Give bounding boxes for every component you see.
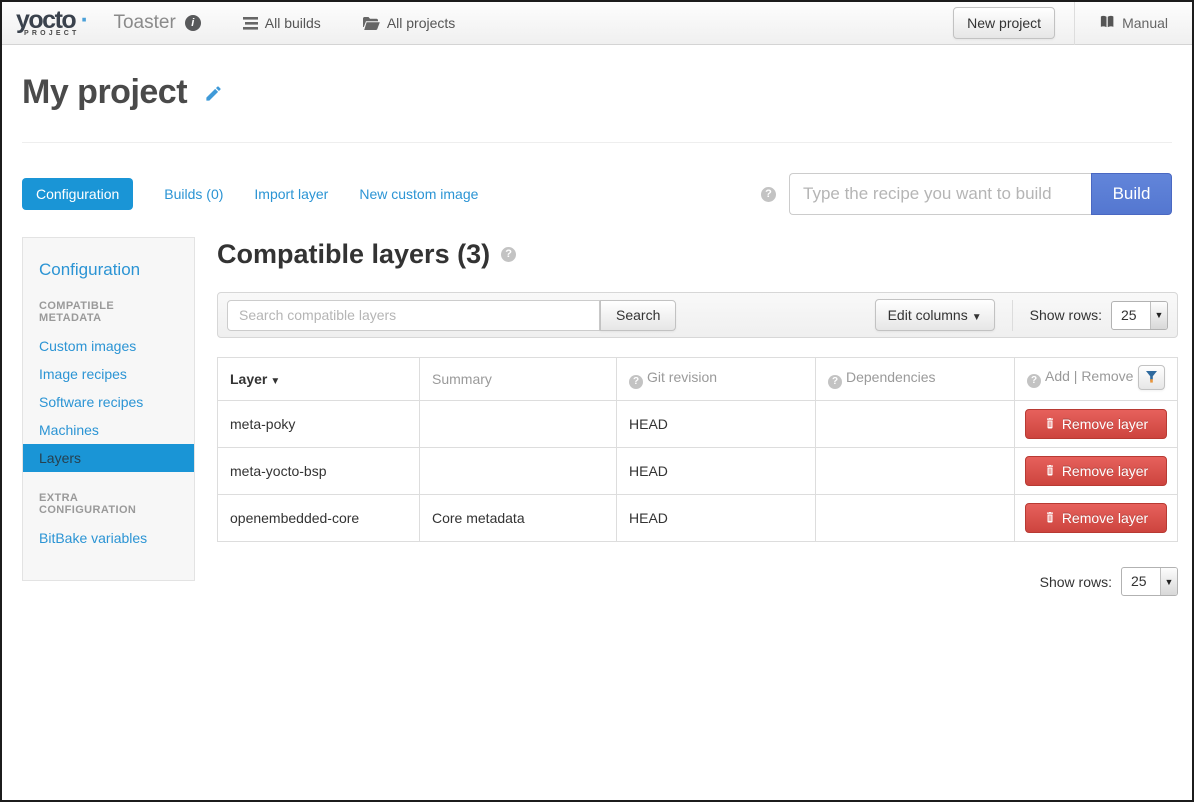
trash-icon	[1044, 510, 1056, 526]
nav-all-builds[interactable]: All builds	[243, 15, 321, 31]
book-icon	[1099, 15, 1114, 31]
table-row: meta-yocto-bsp HEAD Remove layer	[218, 448, 1178, 495]
show-rows-select-bottom[interactable]: 25 ▼	[1121, 567, 1178, 596]
sidebar-item-layers[interactable]: Layers	[23, 444, 194, 472]
chevron-down-icon: ▼	[972, 312, 982, 323]
show-rows-select[interactable]: 25 ▼	[1111, 301, 1168, 330]
add-remove-help-icon[interactable]: ?	[1027, 374, 1041, 388]
sidebar-item-machines[interactable]: Machines	[23, 416, 194, 444]
table-row: openembedded-core Core metadata HEAD Rem…	[218, 495, 1178, 542]
build-button[interactable]: Build	[1091, 173, 1172, 215]
trash-icon	[1044, 416, 1056, 432]
search-input[interactable]	[227, 300, 600, 331]
compatible-layers-help-icon[interactable]: ?	[501, 247, 516, 262]
remove-layer-button[interactable]: Remove layer	[1025, 456, 1167, 486]
folder-icon	[363, 17, 380, 30]
sort-desc-icon: ▼	[270, 376, 280, 387]
column-header-layer[interactable]: Layer▼	[218, 358, 420, 401]
main-panel: Compatible layers (3) ? Search Edit colu…	[217, 237, 1178, 596]
cell-dependencies	[816, 448, 1015, 495]
page-title: My project	[22, 73, 187, 111]
build-form: ? Build	[761, 173, 1172, 215]
project-tabs-row: Configuration Builds (0) Import layer Ne…	[22, 173, 1172, 215]
tab-builds[interactable]: Builds (0)	[164, 186, 223, 202]
app-name: Toaster	[113, 12, 175, 34]
build-help-icon[interactable]: ?	[761, 187, 776, 202]
cell-action: Remove layer	[1015, 448, 1178, 495]
edit-project-name-icon[interactable]	[204, 90, 223, 107]
nav-all-projects-label: All projects	[387, 15, 455, 31]
filter-button[interactable]	[1138, 365, 1165, 390]
cell-git-revision: HEAD	[617, 401, 816, 448]
toaster-app: yocto · PROJECT Toaster i All builds All…	[0, 0, 1194, 802]
remove-layer-button[interactable]: Remove layer	[1025, 409, 1167, 439]
column-header-dependencies[interactable]: ?Dependencies	[816, 358, 1015, 401]
cell-layer: meta-yocto-bsp	[218, 448, 420, 495]
cell-summary	[420, 401, 617, 448]
cell-summary	[420, 448, 617, 495]
new-project-button[interactable]: New project	[953, 7, 1055, 39]
nav-all-builds-label: All builds	[265, 15, 321, 31]
yocto-logo-subtext: PROJECT	[24, 30, 79, 37]
table-toolbar: Search Edit columns▼ Show rows: 25 ▼	[217, 292, 1178, 338]
cell-dependencies	[816, 495, 1015, 542]
sidebar-item-custom-images[interactable]: Custom images	[23, 332, 194, 360]
bottom-pagination: Show rows: 25 ▼	[217, 567, 1178, 596]
toolbar-right: Edit columns▼ Show rows: 25 ▼	[875, 299, 1168, 331]
sidebar-heading-compatible-metadata: COMPATIBLE METADATA	[23, 300, 194, 324]
cell-layer: openembedded-core	[218, 495, 420, 542]
sidebar-heading-extra-configuration: EXTRA CONFIGURATION	[23, 492, 194, 516]
yocto-logo-text: yocto ·	[16, 9, 87, 31]
cell-action: Remove layer	[1015, 401, 1178, 448]
info-icon[interactable]: i	[185, 15, 201, 31]
table-header-row: Layer▼ Summary ?Git revision ?Dependenci…	[218, 358, 1178, 401]
funnel-icon	[1146, 370, 1157, 386]
sidebar-item-image-recipes[interactable]: Image recipes	[23, 360, 194, 388]
tab-new-custom-image[interactable]: New custom image	[359, 186, 478, 202]
yocto-logo[interactable]: yocto · PROJECT	[16, 9, 87, 37]
list-icon	[243, 17, 258, 30]
column-header-add-remove[interactable]: ?Add | Remove	[1015, 358, 1178, 401]
sidebar-title-configuration[interactable]: Configuration	[23, 260, 194, 280]
column-header-summary[interactable]: Summary	[420, 358, 617, 401]
sidebar-item-bitbake-variables[interactable]: BitBake variables	[23, 524, 194, 552]
content: Configuration COMPATIBLE METADATA Custom…	[22, 237, 1172, 596]
cell-summary: Core metadata	[420, 495, 617, 542]
show-rows-value: 25	[1122, 568, 1160, 595]
show-rows-value: 25	[1112, 302, 1150, 329]
cell-action: Remove layer	[1015, 495, 1178, 542]
cell-git-revision: HEAD	[617, 448, 816, 495]
show-rows-label: Show rows:	[1040, 574, 1112, 590]
cell-layer: meta-poky	[218, 401, 420, 448]
select-caret-icon: ▼	[1160, 568, 1177, 595]
manual-label: Manual	[1122, 15, 1168, 31]
git-revision-help-icon[interactable]: ?	[629, 375, 643, 389]
dependencies-help-icon[interactable]: ?	[828, 375, 842, 389]
page-header: My project	[22, 45, 1172, 143]
select-caret-icon: ▼	[1150, 302, 1167, 329]
nav-all-projects[interactable]: All projects	[363, 15, 455, 31]
top-navbar: yocto · PROJECT Toaster i All builds All…	[2, 2, 1192, 45]
trash-icon	[1044, 463, 1056, 479]
search-button[interactable]: Search	[600, 300, 676, 331]
tab-import-layer[interactable]: Import layer	[254, 186, 328, 202]
tab-configuration[interactable]: Configuration	[22, 178, 133, 210]
cell-dependencies	[816, 401, 1015, 448]
cell-git-revision: HEAD	[617, 495, 816, 542]
compatible-layers-heading: Compatible layers (3) ?	[217, 239, 1178, 270]
show-rows-label: Show rows:	[1030, 307, 1102, 323]
edit-columns-button[interactable]: Edit columns▼	[875, 299, 995, 331]
column-header-git-revision[interactable]: ?Git revision	[617, 358, 816, 401]
compatible-layers-table: Layer▼ Summary ?Git revision ?Dependenci…	[217, 357, 1178, 542]
remove-layer-button[interactable]: Remove layer	[1025, 503, 1167, 533]
build-recipe-input[interactable]	[789, 173, 1091, 215]
table-row: meta-poky HEAD Remove layer	[218, 401, 1178, 448]
sidebar-item-software-recipes[interactable]: Software recipes	[23, 388, 194, 416]
sidebar: Configuration COMPATIBLE METADATA Custom…	[22, 237, 195, 581]
manual-link[interactable]: Manual	[1075, 15, 1192, 31]
toolbar-divider	[1012, 300, 1013, 331]
navbar-right: New project Manual	[953, 2, 1192, 44]
